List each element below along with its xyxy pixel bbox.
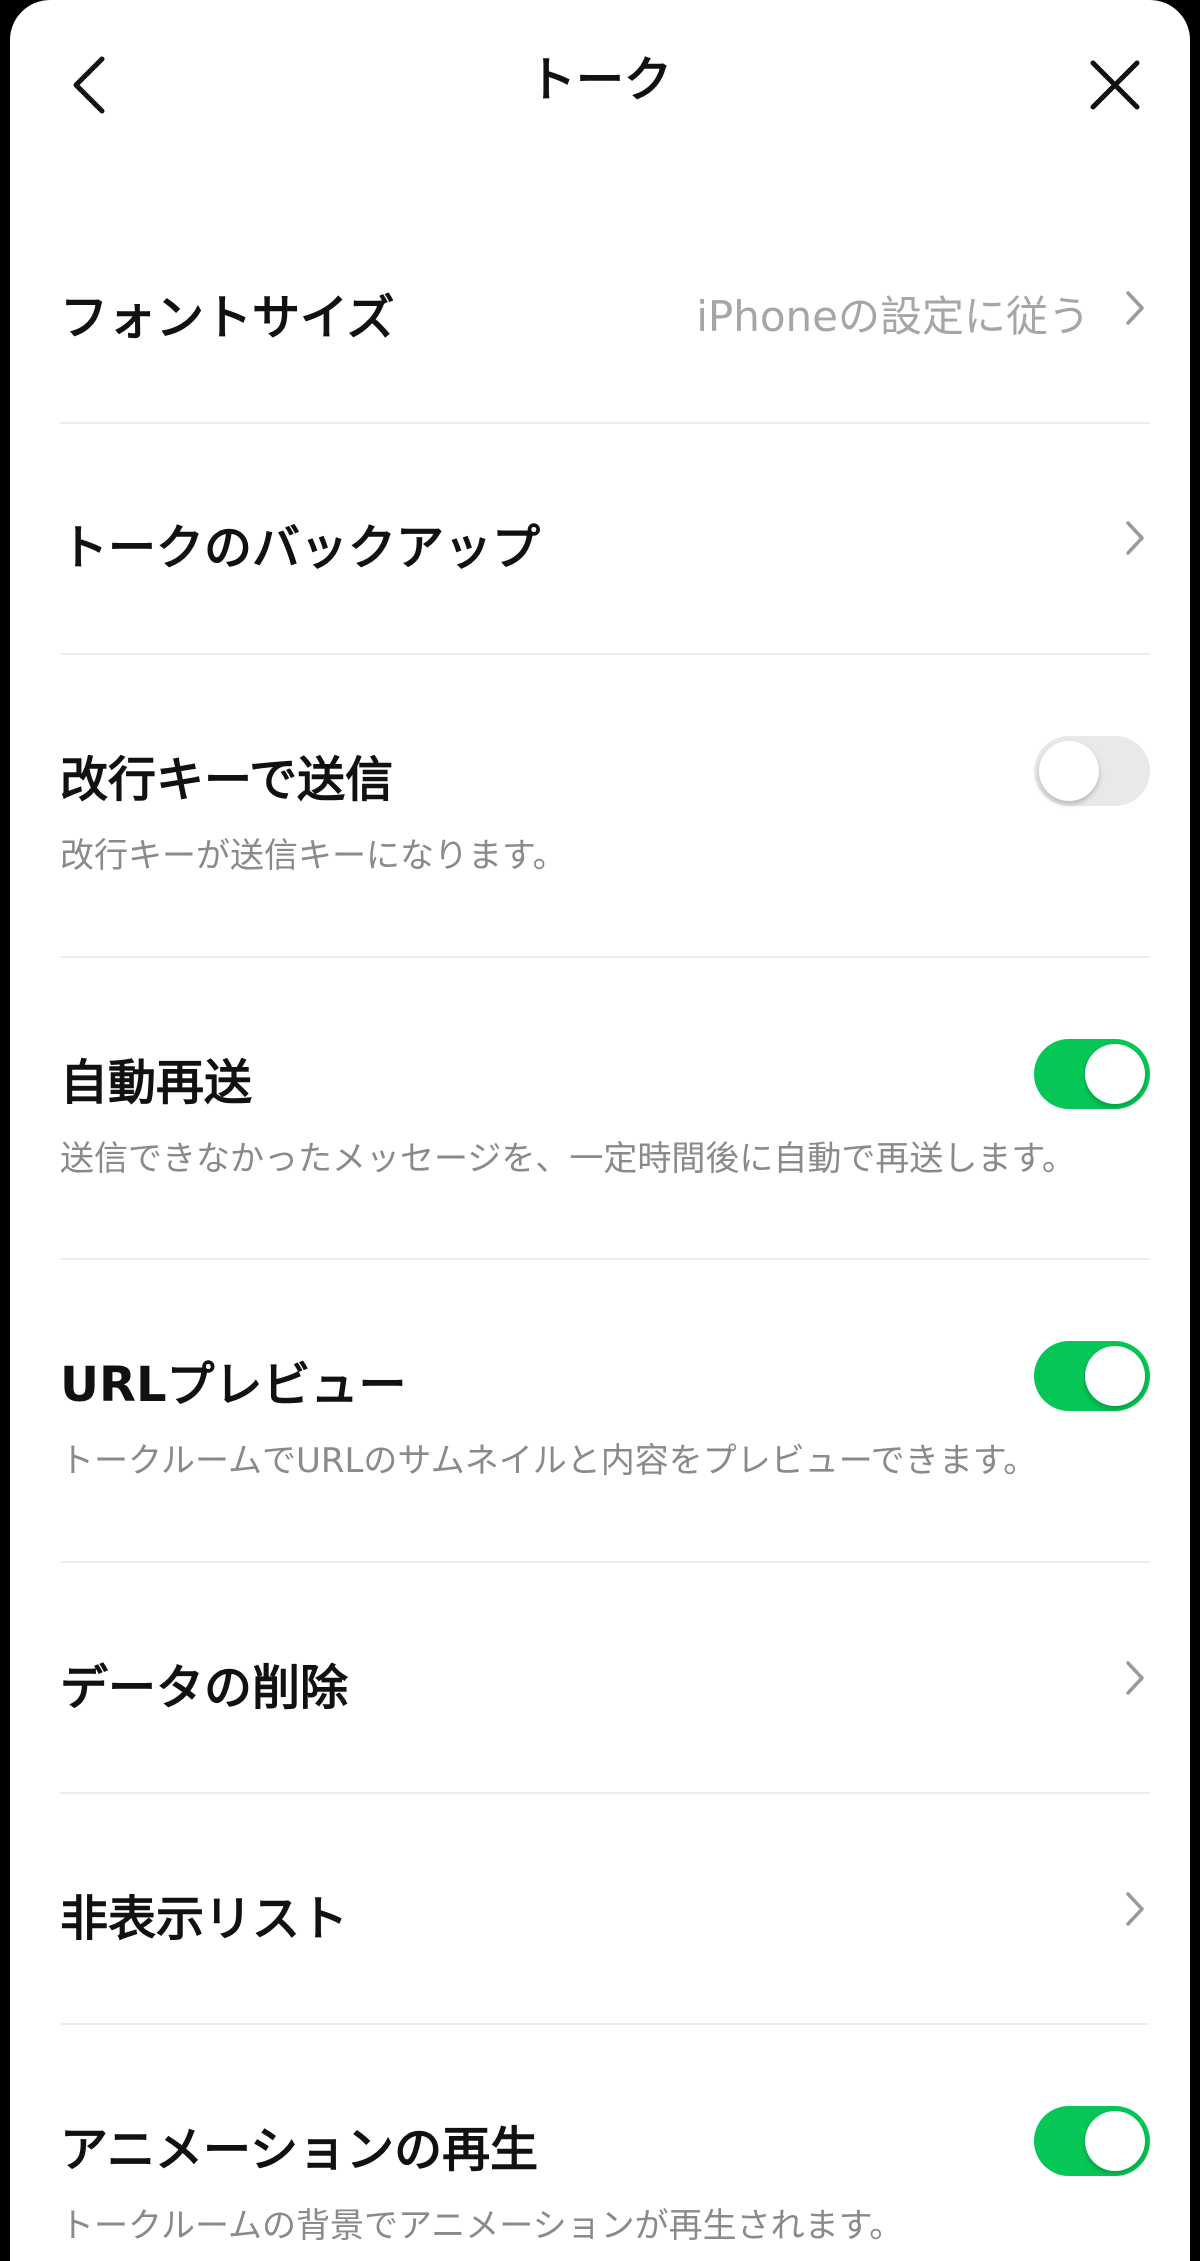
toggle-knob xyxy=(1039,741,1099,801)
divider xyxy=(60,1792,1150,1794)
talk-backup-label: トークのバックアップ xyxy=(60,520,541,576)
animation-description: トークルームの背景でアニメーションが再生されます。 xyxy=(60,2206,904,2246)
header: トーク xyxy=(10,0,1190,160)
url-preview-description: トークルームでURLのサムネイルと内容をプレビューできます。 xyxy=(60,1441,1038,1481)
close-button[interactable] xyxy=(1070,40,1160,130)
toggle-knob xyxy=(1085,1044,1145,1104)
chevron-right-icon xyxy=(1120,518,1150,558)
delete-data-label: データの削除 xyxy=(60,1660,349,1716)
auto-resend-toggle[interactable] xyxy=(1034,1039,1150,1109)
close-icon xyxy=(1090,60,1140,110)
url-preview-row: URLプレビュー トークルームでURLのサムネイルと内容をプレビューできます。 xyxy=(60,1305,1150,1525)
chevron-left-icon xyxy=(73,56,105,114)
animation-toggle[interactable] xyxy=(1034,2106,1150,2176)
enter-to-send-label: 改行キーで送信 xyxy=(60,752,394,808)
divider xyxy=(60,1561,1150,1563)
auto-resend-description: 送信できなかったメッセージを、一定時間後に自動で再送します。 xyxy=(60,1139,1076,1179)
divider xyxy=(60,653,1150,655)
toggle-knob xyxy=(1085,1346,1145,1406)
chevron-right-icon xyxy=(1120,1889,1150,1929)
hidden-list-label: 非表示リスト xyxy=(60,1891,349,1947)
font-size-label: フォントサイズ xyxy=(60,290,395,346)
url-preview-toggle[interactable] xyxy=(1034,1341,1150,1411)
animation-row: アニメーションの再生 トークルームの背景でアニメーションが再生されます。 xyxy=(60,2070,1150,2261)
enter-to-send-toggle[interactable] xyxy=(1034,736,1150,806)
delete-data-row[interactable]: データの削除 xyxy=(60,1598,1150,1758)
talk-backup-row[interactable]: トークのバックアップ xyxy=(60,458,1150,618)
url-preview-label: URLプレビュー xyxy=(60,1357,407,1413)
chevron-right-icon xyxy=(1120,288,1150,328)
divider xyxy=(60,2023,1150,2025)
auto-resend-row: 自動再送 送信できなかったメッセージを、一定時間後に自動で再送します。 xyxy=(60,1003,1150,1223)
font-size-value: iPhoneの設定に従う xyxy=(696,292,1090,341)
divider xyxy=(60,1258,1150,1260)
enter-to-send-row: 改行キーで送信 改行キーが送信キーになります。 xyxy=(60,700,1150,920)
animation-label: アニメーションの再生 xyxy=(60,2122,539,2178)
divider xyxy=(60,422,1150,424)
chevron-right-icon xyxy=(1120,1658,1150,1698)
toggle-knob xyxy=(1085,2111,1145,2171)
settings-sheet: トーク フォントサイズ iPhoneの設定に従う トークのバックアップ 改行キー… xyxy=(10,0,1190,2261)
back-button[interactable] xyxy=(50,45,130,125)
font-size-row[interactable]: フォントサイズ iPhoneの設定に従う xyxy=(60,228,1150,388)
hidden-list-row[interactable]: 非表示リスト xyxy=(60,1829,1150,1989)
enter-to-send-description: 改行キーが送信キーになります。 xyxy=(60,836,567,876)
divider xyxy=(60,956,1150,958)
auto-resend-label: 自動再送 xyxy=(60,1055,253,1111)
page-title: トーク xyxy=(527,52,672,108)
